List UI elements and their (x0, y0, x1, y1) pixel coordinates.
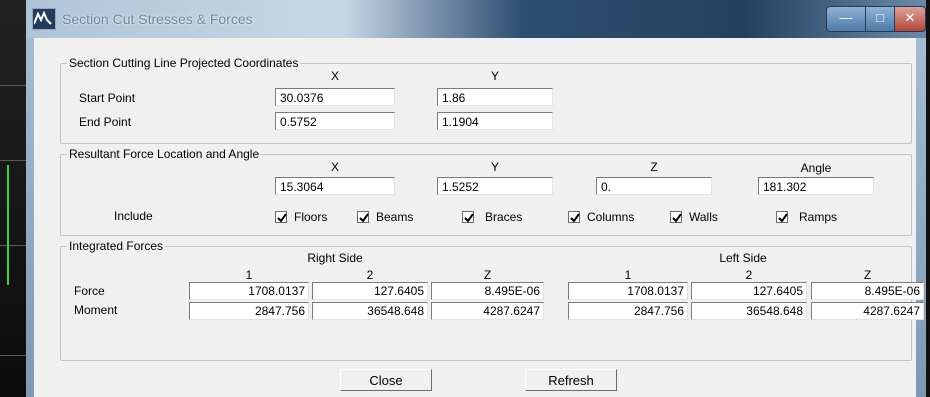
right-col-z-header: Z (483, 268, 492, 282)
section-line-group: Section Cutting Line Projected Coordinat… (60, 56, 912, 144)
left-col-z-header: Z (863, 268, 872, 282)
background-line (0, 160, 28, 161)
include-label: Include (114, 209, 153, 223)
minimize-button[interactable]: — (826, 6, 866, 32)
start-y-field[interactable]: 1.86 (437, 88, 553, 106)
columns-checkbox[interactable] (568, 211, 580, 223)
end-x-field[interactable]: 0.5752 (275, 112, 395, 130)
end-y-field[interactable]: 1.1904 (437, 112, 553, 130)
right-force-2[interactable]: 127.6405 (312, 282, 428, 300)
resultant-y-field[interactable]: 1.5252 (437, 177, 553, 195)
left-side-header: Left Side (719, 251, 767, 265)
title-bar[interactable]: Section Cut Stresses & Forces — □ ✕ (26, 0, 926, 38)
left-moment-2[interactable]: 36548.648 (691, 302, 807, 320)
force-label: Force (74, 284, 105, 298)
right-moment-2[interactable]: 36548.648 (312, 302, 428, 320)
walls-checkbox[interactable] (670, 211, 682, 223)
window-title: Section Cut Stresses & Forces (62, 11, 253, 27)
left-moment-1[interactable]: 2847.756 (568, 302, 688, 320)
right-moment-1[interactable]: 2847.756 (189, 302, 309, 320)
col-z-header: Z (650, 160, 658, 174)
start-x-field[interactable]: 30.0376 (275, 88, 395, 106)
left-col-1-header: 1 (624, 268, 632, 282)
integrated-forces-group: Integrated Forces Right Side Left Side 1… (60, 239, 924, 361)
background-line (0, 355, 28, 356)
columns-label: Columns (587, 210, 635, 224)
resultant-legend: Resultant Force Location and Angle (67, 147, 262, 161)
beams-checkbox[interactable] (357, 211, 369, 223)
right-col-1-header: 1 (245, 268, 253, 282)
start-point-label: Start Point (79, 91, 136, 105)
braces-checkbox[interactable] (462, 211, 474, 223)
walls-label: Walls (689, 210, 718, 224)
resultant-force-group: Resultant Force Location and Angle X Y Z… (60, 147, 912, 236)
section-line-legend: Section Cutting Line Projected Coordinat… (67, 56, 301, 70)
ramps-checkbox[interactable] (776, 211, 788, 223)
left-col-2-header: 2 (745, 268, 753, 282)
integrated-legend: Integrated Forces (67, 239, 166, 253)
maximize-button[interactable]: □ (865, 6, 895, 32)
left-force-z[interactable]: 8.495E-06 (811, 282, 924, 300)
left-force-1[interactable]: 1708.0137 (568, 282, 688, 300)
beams-label: Beams (376, 210, 414, 224)
col-y-header: Y (490, 160, 499, 174)
background-window-strip (0, 0, 28, 397)
background-line (0, 85, 28, 86)
end-point-label: End Point (79, 115, 132, 129)
resultant-angle-field[interactable]: 181.302 (758, 177, 874, 195)
moment-label: Moment (74, 303, 118, 317)
close-button[interactable]: Close (340, 369, 432, 391)
col-y-header: Y (490, 69, 499, 83)
braces-label: Braces (485, 210, 523, 224)
col-angle-header: Angle (800, 161, 832, 175)
floors-label: Floors (294, 210, 328, 224)
left-force-2[interactable]: 127.6405 (691, 282, 807, 300)
col-x-header: X (330, 69, 339, 83)
floors-checkbox[interactable] (275, 211, 287, 223)
resultant-x-field[interactable]: 15.3064 (275, 177, 395, 195)
ramps-label: Ramps (799, 210, 838, 224)
col-x-header: X (330, 160, 339, 174)
background-green-line (7, 165, 9, 285)
refresh-button[interactable]: Refresh (525, 369, 617, 391)
background-line (0, 245, 28, 246)
right-col-2-header: 2 (366, 268, 374, 282)
right-force-z[interactable]: 8.495E-06 (431, 282, 544, 300)
app-icon (32, 8, 56, 30)
left-moment-z[interactable]: 4287.6247 (811, 302, 924, 320)
dialog-client-area: Section Cutting Line Projected Coordinat… (34, 38, 924, 397)
right-side-header: Right Side (307, 251, 363, 265)
close-window-button[interactable]: ✕ (894, 6, 926, 32)
resultant-z-field[interactable]: 0. (596, 177, 712, 195)
right-moment-z[interactable]: 4287.6247 (431, 302, 544, 320)
right-force-1[interactable]: 1708.0137 (189, 282, 309, 300)
section-cut-dialog: Section Cut Stresses & Forces — □ ✕ Sect… (26, 0, 926, 397)
